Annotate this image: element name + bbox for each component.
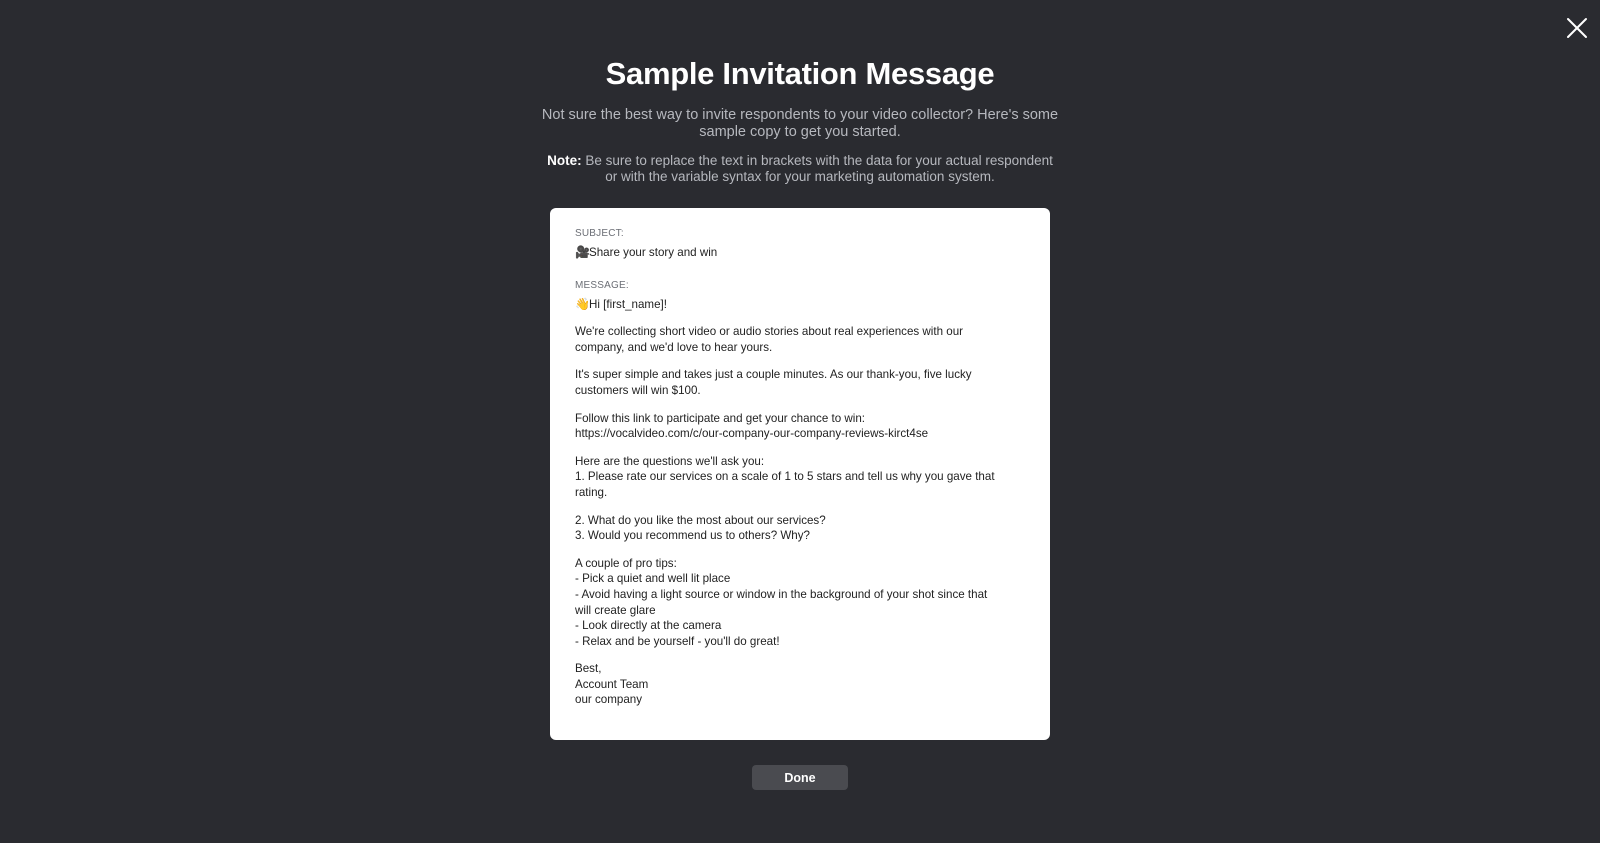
message-line: A couple of pro tips: — [575, 556, 677, 570]
note-text: Be sure to replace the text in brackets … — [581, 153, 1053, 184]
dialog-note: Note: Be sure to replace the text in bra… — [540, 153, 1060, 185]
done-button[interactable]: Done — [752, 765, 848, 790]
message-line: 1. Please rate our services on a scale o… — [575, 470, 995, 484]
message-label: MESSAGE: — [575, 279, 629, 291]
message-line: - Look directly at the camera — [575, 619, 722, 633]
message-paragraph: Best, Account Team our company — [575, 661, 1025, 708]
close-button[interactable] — [1566, 17, 1588, 39]
message-line: will create glare — [575, 603, 656, 617]
subject-label: SUBJECT: — [575, 228, 624, 239]
message-line: We're collecting short video or audio st… — [575, 325, 964, 339]
greeting-text: Hi [first_name]! — [589, 297, 667, 311]
message-line: customers will win $100. — [575, 383, 701, 397]
message-line: - Pick a quiet and well lit place — [575, 572, 731, 586]
message-paragraph: We're collecting short video or audio st… — [575, 324, 1025, 355]
waving-hand-icon: 👋 — [575, 296, 590, 311]
message-line: 2. What do you like the most about our s… — [575, 513, 826, 527]
message-paragraph: Here are the questions we'll ask you: 1. … — [575, 454, 1025, 501]
subject-line: 🎥Share your story and win — [575, 245, 1025, 261]
message-line: https://vocalvideo.com/c/our-company-our… — [575, 427, 929, 441]
message-line: our company — [575, 693, 643, 707]
message-line: - Avoid having a light source or window … — [575, 587, 988, 601]
message-line: Follow this link to participate and get … — [575, 411, 865, 425]
message-line: Account Team — [575, 677, 649, 691]
message-line: Best, — [575, 662, 602, 676]
message-paragraph: A couple of pro tips: - Pick a quiet and … — [575, 556, 1025, 650]
message-paragraph: 2. What do you like the most about our s… — [575, 513, 1025, 544]
sample-message-card: SUBJECT: 🎥Share your story and win MESSA… — [550, 208, 1050, 740]
subject-text: Share your story and win — [589, 246, 718, 259]
message-paragraph: Follow this link to participate and get … — [575, 411, 1025, 442]
message-line: Here are the questions we'll ask you: — [575, 454, 765, 468]
movie-camera-icon: 🎥 — [575, 245, 590, 259]
message-line: rating. — [575, 485, 608, 499]
dialog-title: Sample Invitation Message — [605, 56, 995, 91]
message-line: 3. Would you recommend us to others? Why… — [575, 529, 810, 543]
greeting-line: 👋Hi [first_name]! — [575, 297, 1025, 313]
message-line: It's super simple and takes just a coupl… — [575, 368, 972, 382]
close-icon — [1567, 18, 1587, 38]
message-paragraph: It's super simple and takes just a coupl… — [575, 367, 1025, 398]
message-line: company, and we'd love to hear yours. — [575, 340, 773, 354]
message-line: - Relax and be yourself - you'll do grea… — [575, 634, 780, 648]
dialog-intro: Not sure the best way to invite responde… — [541, 107, 1059, 140]
note-label: Note: — [547, 153, 582, 168]
